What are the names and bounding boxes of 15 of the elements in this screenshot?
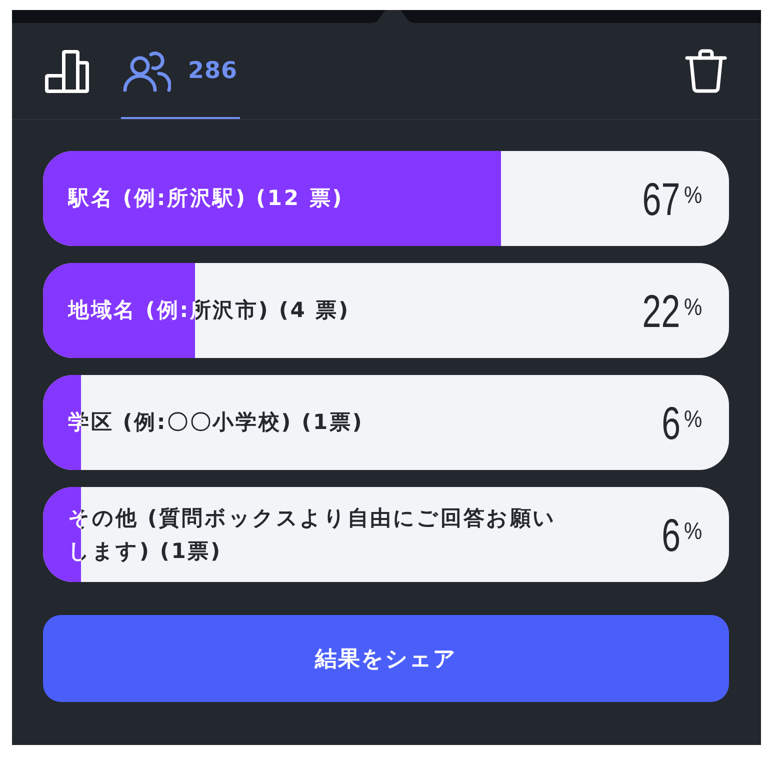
percent-value: 6 — [662, 512, 681, 558]
bar-chart-icon — [45, 50, 89, 92]
delete-button[interactable] — [685, 49, 727, 93]
percent-sign: % — [684, 408, 702, 432]
percent-value: 22 — [642, 288, 681, 334]
users-icon — [123, 50, 171, 92]
voters-tab[interactable]: 286 — [121, 23, 240, 119]
trash-icon — [685, 49, 727, 93]
percent-value: 67 — [642, 176, 681, 222]
percent-sign: % — [684, 296, 702, 320]
percent-value: 6 — [662, 400, 681, 446]
percent-sign: % — [684, 184, 702, 208]
share-results-button[interactable]: 結果をシェア — [43, 615, 729, 702]
voter-count: 286 — [188, 58, 238, 84]
percent-sign: % — [684, 520, 702, 544]
